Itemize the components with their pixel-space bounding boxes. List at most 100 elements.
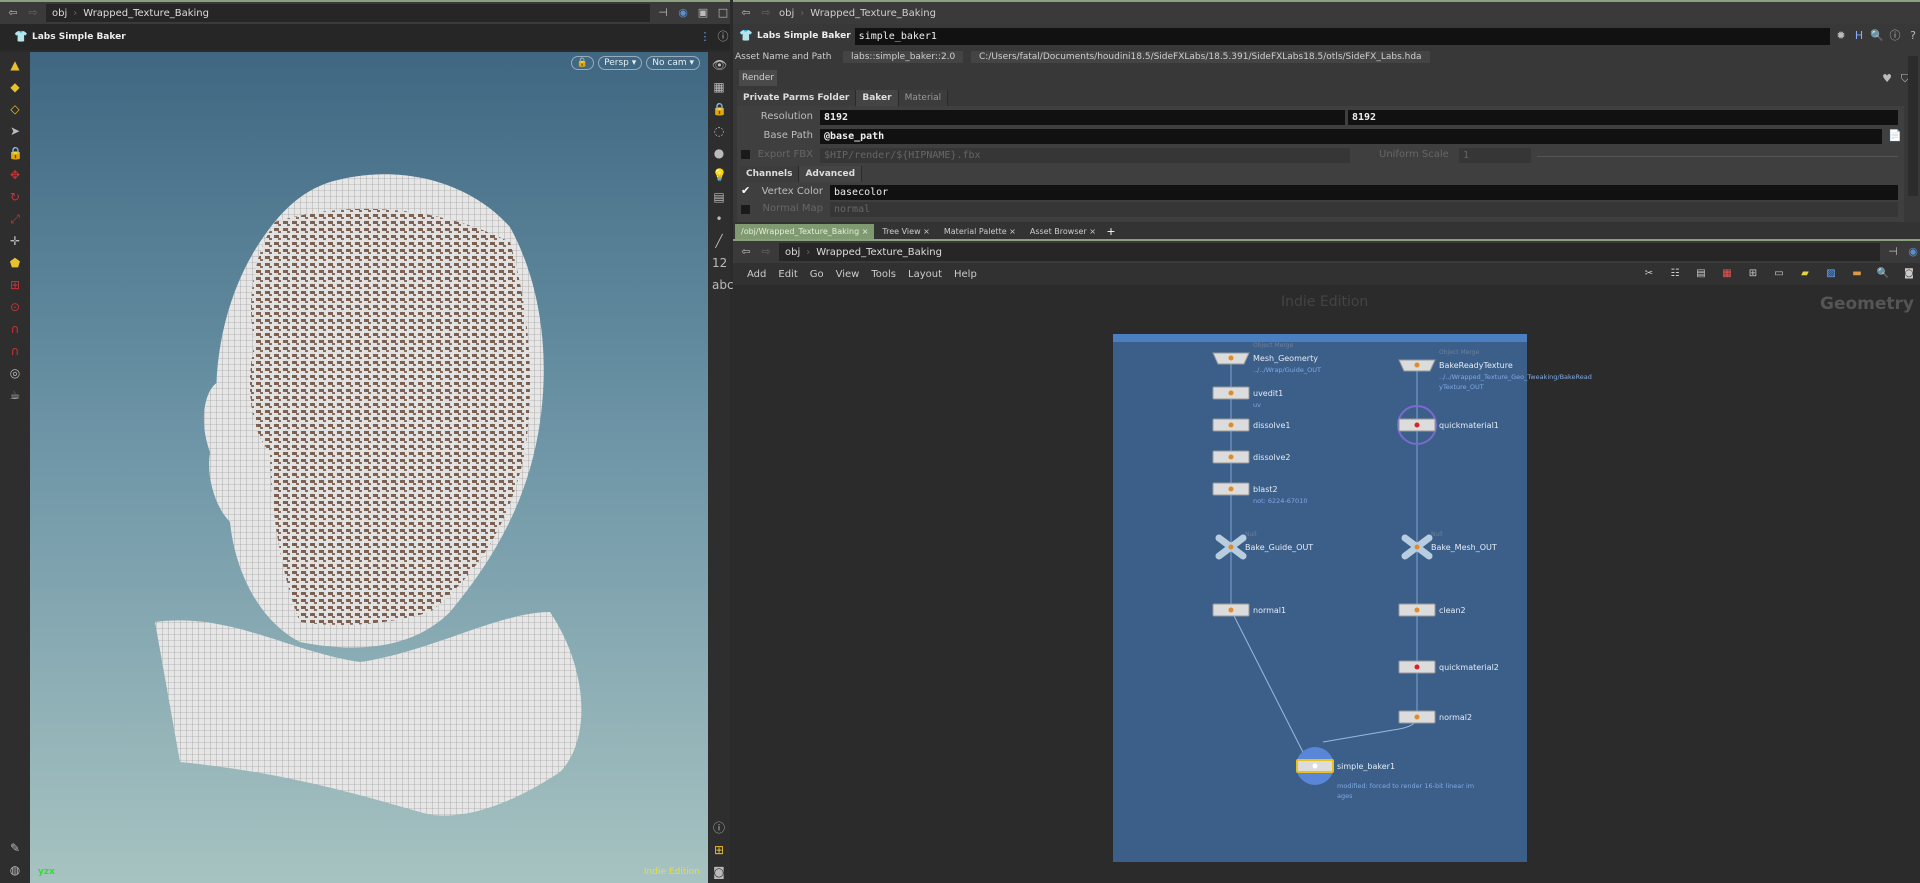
hscript-icon[interactable]: H [1852, 29, 1866, 43]
back-icon[interactable]: ⇦ [739, 6, 753, 20]
tab-channels[interactable]: Channels [740, 166, 800, 182]
node-name[interactable]: clean2 [1439, 606, 1466, 615]
vertex-color-label: Vertex Color [761, 186, 823, 197]
forward-icon[interactable]: ⇨ [759, 6, 773, 20]
base-path-field[interactable]: @base_path [820, 129, 1882, 144]
light-icon[interactable]: 💡 [712, 168, 727, 182]
node-name[interactable]: Bake_Mesh_OUT [1431, 543, 1497, 552]
maximize-icon[interactable]: □ [716, 6, 730, 20]
node-name[interactable]: Mesh_Geomerty [1253, 354, 1318, 363]
help-icon[interactable]: ? [1906, 29, 1920, 43]
info-icon[interactable]: ⓘ [1888, 29, 1902, 43]
resolution-y-field[interactable]: 8192 [1348, 110, 1898, 125]
node-name[interactable]: BakeReadyTexture [1439, 361, 1513, 370]
gear-icon[interactable]: ✹ [1834, 29, 1848, 43]
node-type-icon [1414, 362, 1420, 368]
node-name[interactable]: normal1 [1253, 606, 1286, 615]
ghost-icon[interactable]: ▦ [712, 80, 726, 94]
snapshot-icon[interactable]: ◙ [712, 865, 726, 879]
node-name[interactable]: normal2 [1439, 713, 1472, 722]
tab-baker[interactable]: Baker [856, 90, 899, 106]
pose-icon[interactable]: ⬟ [8, 256, 22, 270]
axis-gizmo: yzx [38, 867, 55, 877]
info-icon[interactable]: ⓘ [712, 821, 726, 835]
network-canvas[interactable]: Object Merge Mesh_Geomerty ../../Wrap/Guid… [733, 222, 1920, 883]
select-arrow-icon[interactable]: ➤ [8, 124, 22, 138]
normals-icon[interactable]: ╱ [712, 234, 726, 248]
uniform-scale-field[interactable]: 1 [1459, 148, 1531, 163]
path-root[interactable]: obj [779, 8, 794, 19]
param-scrollbar[interactable] [1908, 56, 1918, 196]
asset-path-menu[interactable]: C:/Users/fatal/Documents/houdini18.5/Sid… [971, 51, 1430, 63]
path-network[interactable]: Wrapped_Texture_Baking [83, 8, 209, 19]
render-button[interactable]: Render [739, 70, 777, 86]
node-type-icon [1414, 664, 1420, 670]
move-icon[interactable]: ✥ [8, 168, 22, 182]
lock-view-icon[interactable]: 🔒 [712, 102, 727, 116]
node-name[interactable]: uvedit1 [1253, 389, 1283, 398]
favorite-icon[interactable]: ♥ [1880, 72, 1894, 86]
display-options-icon[interactable]: ▣ [696, 6, 710, 20]
component-icon[interactable]: ◆ [8, 80, 22, 94]
network-box-header[interactable] [1113, 334, 1527, 342]
sphere-icon[interactable]: ◍ [8, 863, 22, 877]
node-name[interactable]: quickmaterial1 [1439, 421, 1499, 430]
tab-advanced[interactable]: Advanced [799, 166, 863, 182]
points-icon[interactable]: • [712, 212, 726, 226]
normal-map-field[interactable]: normal [830, 202, 1898, 217]
display-eye-icon[interactable]: 👁 [712, 58, 727, 72]
lock-icon[interactable]: 🔒 [8, 146, 23, 160]
viewport-layout-icon[interactable]: ⊞ [712, 843, 726, 857]
snap-prim-icon[interactable]: ⊙ [8, 300, 22, 314]
param-path-bar: ⇦ ⇨ obj › Wrapped_Texture_Baking [733, 0, 1920, 24]
snap-point-icon[interactable]: ∩ [8, 344, 22, 358]
tea-icon[interactable]: ☕ [8, 388, 22, 402]
rotate-icon[interactable]: ↻ [8, 190, 22, 204]
node-type-icon [1414, 714, 1420, 720]
forward-icon[interactable]: ⇨ [26, 6, 40, 20]
node-comment: uv [1253, 401, 1261, 409]
search-icon[interactable]: 🔍 [1870, 29, 1884, 43]
node-name-field[interactable]: simple_baker1 [854, 27, 1830, 45]
node-comment: ../../Wrapped_Texture_Geo_Tweaking/BakeR… [1439, 373, 1592, 381]
handle-icon[interactable]: ✛ [8, 234, 22, 248]
help-icon[interactable]: ⓘ [716, 30, 730, 44]
edge-icon[interactable]: ◇ [8, 102, 22, 116]
wireframe-icon[interactable]: ◌ [712, 124, 726, 138]
scale-icon[interactable]: ⤢ [8, 212, 22, 226]
magnet-icon[interactable]: ∩ [8, 322, 22, 336]
network-pane: /obj/Wrapped_Texture_Baking × Tree View … [733, 222, 1920, 883]
link-icon[interactable]: ◉ [676, 6, 690, 20]
shaded-icon[interactable]: ● [712, 146, 726, 160]
asset-name-menu[interactable]: labs::simple_baker::2.0 [843, 51, 963, 63]
folder-tabs: Private Parms Folder Baker Material [737, 90, 949, 106]
node-name[interactable]: Bake_Guide_OUT [1245, 543, 1313, 552]
select-mode-icon[interactable]: ▲ [8, 58, 22, 72]
viewport[interactable]: 🔒 Persp ▾ No cam ▾ yzx Indie Edition [30, 52, 708, 883]
export-fbx-field[interactable]: $HIP/render/${HIPNAME}.fbx [820, 148, 1350, 163]
node-name[interactable]: dissolve2 [1253, 453, 1291, 462]
path-field[interactable]: obj › Wrapped_Texture_Baking [46, 4, 650, 22]
numbers-icon[interactable]: 12 [712, 256, 727, 270]
path-network[interactable]: Wrapped_Texture_Baking [810, 8, 936, 19]
construction-icon[interactable]: ◎ [8, 366, 22, 380]
tab-material[interactable]: Material [898, 90, 949, 106]
resolution-x-field[interactable]: 8192 [820, 110, 1345, 125]
vertex-color-field[interactable]: basecolor [830, 185, 1898, 200]
paint-icon[interactable]: ✎ [8, 841, 22, 855]
tab-private-parms[interactable]: Private Parms Folder [737, 90, 857, 106]
node-name[interactable]: blast2 [1253, 485, 1278, 494]
layout-icon[interactable]: ⋮ [698, 30, 712, 44]
node-name[interactable]: dissolve1 [1253, 421, 1291, 430]
back-icon[interactable]: ⇦ [6, 6, 20, 20]
uniform-scale-slider[interactable] [1537, 156, 1898, 157]
node-name[interactable]: simple_baker1 [1337, 762, 1395, 771]
node-name[interactable]: quickmaterial2 [1439, 663, 1499, 672]
camera-icon[interactable]: ▤ [712, 190, 726, 204]
snap-grid-icon[interactable]: ⊞ [8, 278, 22, 292]
text-icon[interactable]: abc [712, 278, 734, 292]
path-root[interactable]: obj [52, 8, 67, 19]
file-chooser-icon[interactable]: 📄 [1888, 129, 1902, 143]
node-comment: ../../Wrap/Guide_OUT [1253, 366, 1321, 374]
pin-icon[interactable]: ⊣ [656, 6, 670, 20]
